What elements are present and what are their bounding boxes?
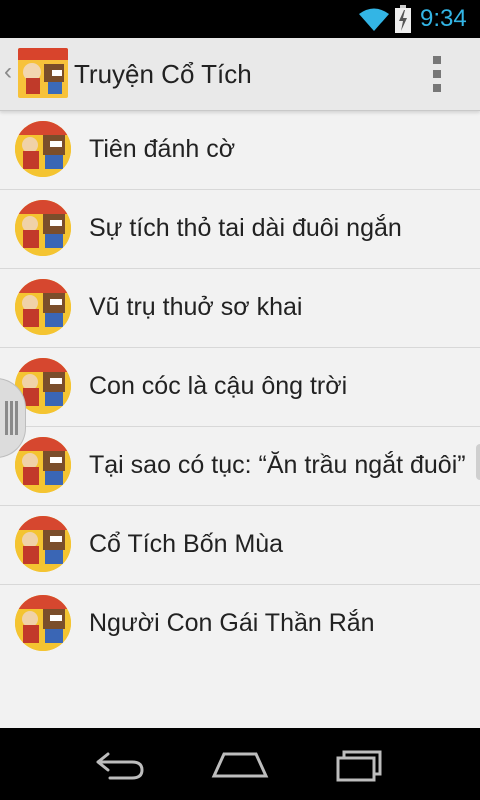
screen: 9:34 ‹ Truyện Cổ Tích Tiên đánh cờ Sự tíc… — [0, 0, 480, 800]
action-bar: ‹ Truyện Cổ Tích — [0, 38, 480, 111]
story-list-item[interactable]: Người Con Gái Thần Rắn — [0, 585, 480, 663]
nav-bar — [0, 728, 480, 800]
story-title: Cổ Tích Bốn Mùa — [89, 530, 284, 558]
story-thumbnail — [15, 516, 71, 572]
up-caret-icon[interactable]: ‹ — [4, 60, 12, 84]
story-list-item[interactable]: Con cóc là cậu ông trời — [0, 348, 480, 427]
story-title: Con cóc là cậu ông trời — [89, 372, 348, 400]
story-title: Sự tích thỏ tai dài đuôi ngắn — [89, 214, 402, 242]
story-list-item[interactable]: Vũ trụ thuở sơ khai — [0, 269, 480, 348]
status-bar: 9:34 — [0, 0, 480, 38]
story-thumbnail — [15, 200, 71, 256]
story-list-item[interactable]: Tiên đánh cờ — [0, 111, 480, 190]
story-title: Tại sao có tục: “Ăn trầu ngắt đuôi” — [89, 451, 466, 479]
wifi-icon — [359, 8, 389, 31]
story-title: Người Con Gái Thần Rắn — [89, 609, 375, 637]
story-title: Tiên đánh cờ — [89, 135, 236, 163]
home-icon[interactable] — [210, 744, 270, 784]
back-icon[interactable] — [88, 744, 148, 784]
right-edge-tab[interactable] — [476, 444, 480, 480]
story-title: Vũ trụ thuở sơ khai — [89, 293, 303, 321]
story-thumbnail — [15, 437, 71, 493]
story-thumbnail — [15, 595, 71, 651]
status-time: 9:34 — [420, 5, 467, 32]
overflow-menu-icon[interactable] — [422, 52, 452, 96]
story-list: Tiên đánh cờ Sự tích thỏ tai dài đuôi ngắ… — [0, 111, 480, 663]
story-thumbnail — [15, 121, 71, 177]
story-list-item[interactable]: Cổ Tích Bốn Mùa — [0, 506, 480, 585]
recents-icon[interactable] — [330, 744, 390, 784]
story-list-item[interactable]: Sự tích thỏ tai dài đuôi ngắn — [0, 190, 480, 269]
app-icon[interactable] — [18, 48, 68, 98]
story-list-item[interactable]: Tại sao có tục: “Ăn trầu ngắt đuôi” — [0, 427, 480, 506]
app-title: Truyện Cổ Tích — [74, 59, 252, 89]
battery-charging-icon — [395, 5, 411, 33]
story-thumbnail — [15, 279, 71, 335]
